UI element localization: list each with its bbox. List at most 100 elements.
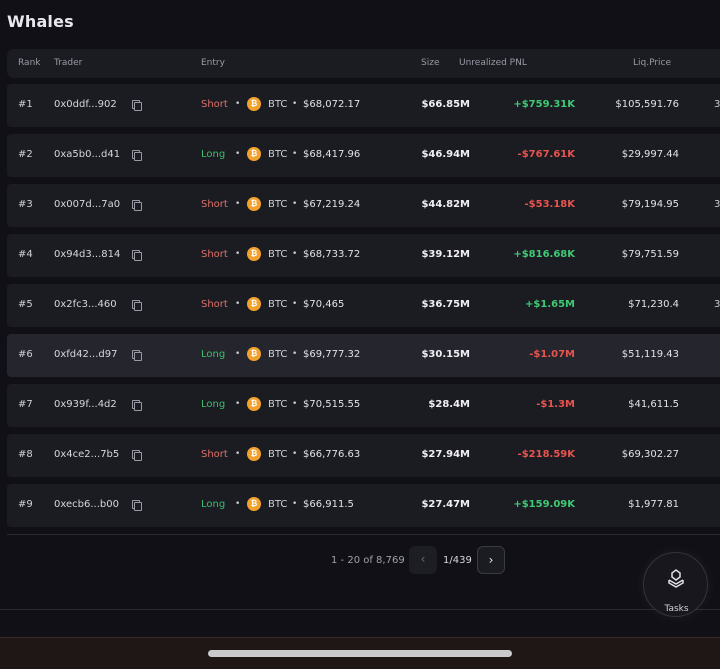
system-bar [0, 637, 720, 669]
liq-price: $69,302.27 [621, 449, 679, 460]
rank: #9 [18, 499, 33, 510]
entry-price: $66,776.63 [303, 449, 361, 460]
trader-address[interactable]: 0xa5b0...d41 [54, 149, 120, 160]
separator-dot: • [235, 299, 241, 309]
trader-address[interactable]: 0x0ddf...902 [54, 99, 117, 110]
col-unrealized-pnl[interactable]: Unrealized PNL [459, 58, 527, 68]
copy-icon[interactable] [132, 200, 143, 211]
trader-address[interactable]: 0x2fc3...460 [54, 299, 117, 310]
entry-price: $69,777.32 [303, 349, 361, 360]
table-header: Rank Trader Entry Size Unrealized PNL Li… [7, 49, 720, 78]
entry-price: $68,072.17 [303, 99, 361, 110]
separator-dot: • [235, 499, 241, 509]
liq-price: $41,611.5 [628, 399, 679, 410]
entry-price: $70,515.55 [303, 399, 361, 410]
table-row[interactable]: #6 0xfd42...d97 Long • ₿ BTC • $69,777.32 $30.15… [7, 334, 720, 377]
overflow-cell: 3 [714, 199, 720, 210]
trader-address[interactable]: 0xecb6...b00 [54, 499, 119, 510]
table-row[interactable]: #2 0xa5b0...d41 Long • ₿ BTC • $68,417.96 $46.94… [7, 134, 720, 177]
copy-icon[interactable] [132, 400, 143, 411]
entry-price: $66,911.5 [303, 499, 354, 510]
liq-price: $105,591.76 [615, 99, 679, 110]
separator-dot: • [292, 299, 298, 309]
unrealized-pnl: +$759.31K [513, 99, 575, 110]
trader-address[interactable]: 0xfd42...d97 [54, 349, 117, 360]
col-liq-price[interactable]: Liq.Price [633, 58, 671, 68]
position-side: Short [201, 299, 228, 310]
liq-price: $29,997.44 [621, 149, 679, 160]
position-side: Long [201, 499, 226, 510]
table-row[interactable]: #9 0xecb6...b00 Long • ₿ BTC • $66,911.5 $27.47M… [7, 484, 720, 527]
unrealized-pnl: +$1.65M [525, 299, 575, 310]
position-side: Long [201, 399, 226, 410]
position-size: $27.47M [421, 499, 470, 510]
col-rank[interactable]: Rank [18, 58, 41, 68]
liq-price: $1,977.81 [628, 499, 679, 510]
tasks-button[interactable]: Tasks [643, 552, 708, 617]
entry-price: $70,465 [303, 299, 345, 310]
position-size: $44.82M [421, 199, 470, 210]
rank: #4 [18, 249, 33, 260]
btc-icon: ₿ [247, 347, 261, 361]
liq-price: $71,230.4 [628, 299, 679, 310]
liq-price: $79,751.59 [621, 249, 679, 260]
copy-icon[interactable] [132, 300, 143, 311]
liq-price: $51,119.43 [621, 349, 679, 360]
asset-symbol: BTC [268, 449, 288, 460]
position-side: Short [201, 199, 228, 210]
position-size: $36.75M [421, 299, 470, 310]
tasks-icon [668, 569, 684, 588]
entry-price: $67,219.24 [303, 199, 361, 210]
page-title: Whales [7, 12, 74, 31]
unrealized-pnl: -$218.59K [517, 449, 575, 460]
btc-icon: ₿ [247, 397, 261, 411]
copy-icon[interactable] [132, 150, 143, 161]
rank: #6 [18, 349, 33, 360]
prev-page-button[interactable]: ‹ [409, 546, 437, 574]
table-divider [7, 534, 720, 535]
rank: #3 [18, 199, 33, 210]
trader-address[interactable]: 0x939f...4d2 [54, 399, 117, 410]
trader-address[interactable]: 0x007d...7a0 [54, 199, 120, 210]
asset-symbol: BTC [268, 349, 288, 360]
table-row[interactable]: #4 0x94d3...814 Short • ₿ BTC • $68,733.72 $39.1… [7, 234, 720, 277]
table-row[interactable]: #8 0x4ce2...7b5 Short • ₿ BTC • $66,776.63 $27.9… [7, 434, 720, 477]
chevron-right-icon: › [488, 553, 494, 567]
asset-symbol: BTC [268, 249, 288, 260]
next-page-button[interactable]: › [477, 546, 505, 574]
position-size: $39.12M [421, 249, 470, 260]
separator-dot: • [292, 449, 298, 459]
copy-icon[interactable] [132, 250, 143, 261]
position-side: Long [201, 149, 226, 160]
unrealized-pnl: +$159.09K [513, 499, 575, 510]
pagination-range: 1 - 20 of 8,769 [331, 555, 405, 566]
trader-address[interactable]: 0x94d3...814 [54, 249, 120, 260]
table-row[interactable]: #1 0x0ddf...902 Short • ₿ BTC • $68,072.17 $66.8… [7, 84, 720, 127]
separator-dot: • [292, 99, 298, 109]
copy-icon[interactable] [132, 450, 143, 461]
position-size: $66.85M [421, 99, 470, 110]
col-entry[interactable]: Entry [201, 58, 225, 68]
asset-symbol: BTC [268, 299, 288, 310]
copy-icon[interactable] [132, 350, 143, 361]
position-side: Short [201, 99, 228, 110]
col-size[interactable]: Size [421, 58, 439, 68]
position-size: $46.94M [421, 149, 470, 160]
table-row[interactable]: #7 0x939f...4d2 Long • ₿ BTC • $70,515.55 $28.4M… [7, 384, 720, 427]
col-trader[interactable]: Trader [54, 58, 82, 68]
btc-icon: ₿ [247, 197, 261, 211]
position-size: $27.94M [421, 449, 470, 460]
trader-address[interactable]: 0x4ce2...7b5 [54, 449, 119, 460]
separator-dot: • [235, 349, 241, 359]
copy-icon[interactable] [132, 100, 143, 111]
copy-icon[interactable] [132, 500, 143, 511]
separator-dot: • [292, 349, 298, 359]
home-indicator[interactable] [208, 650, 512, 657]
separator-dot: • [235, 249, 241, 259]
table-row[interactable]: #3 0x007d...7a0 Short • ₿ BTC • $67,219.24 $44.8… [7, 184, 720, 227]
asset-symbol: BTC [268, 399, 288, 410]
table-row[interactable]: #5 0x2fc3...460 Short • ₿ BTC • $70,465 $36.75M +… [7, 284, 720, 327]
separator-dot: • [292, 399, 298, 409]
btc-icon: ₿ [247, 497, 261, 511]
position-side: Short [201, 449, 228, 460]
